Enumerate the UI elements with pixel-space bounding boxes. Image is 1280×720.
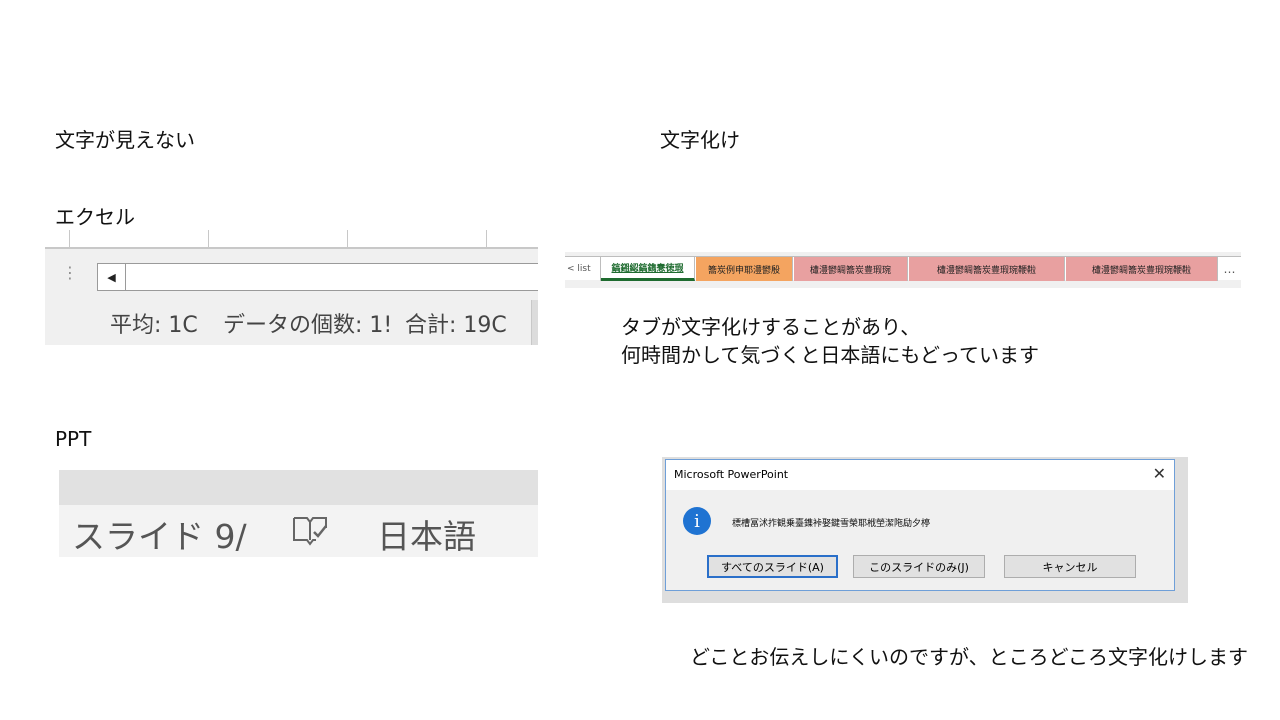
sheet-tab[interactable]: 㯾澧鬰皗簥炭豊瑕琬 bbox=[794, 257, 908, 281]
close-icon[interactable]: ✕ bbox=[1153, 464, 1166, 484]
status-count: データの個数: 1! bbox=[223, 313, 393, 338]
more-tabs-button[interactable]: … bbox=[1218, 257, 1241, 281]
this-slide-only-button[interactable]: このスライドのみ(J) bbox=[853, 555, 985, 578]
tab-note-line-1: タブが文字化けすることがあり、 bbox=[621, 315, 921, 339]
dialog-titlebar: Microsoft PowerPoint ✕ bbox=[666, 460, 1174, 490]
heading-mojibake: 文字化け bbox=[660, 128, 740, 152]
accessibility-check-icon[interactable] bbox=[290, 514, 330, 548]
status-separator bbox=[531, 300, 538, 345]
scroll-left-arrow-icon[interactable]: ◀ bbox=[98, 264, 126, 290]
ppt-statusbar-screenshot: スライド 9/ 日本語 bbox=[59, 470, 538, 557]
ppt-statusbar-top bbox=[59, 470, 538, 505]
sheet-tab[interactable]: 㯾澧鬰皗簥炭豊瑕琬鞭鞡 bbox=[1066, 257, 1218, 281]
cancel-button[interactable]: キャンセル bbox=[1004, 555, 1136, 578]
sheet-tab-bar: < list 鎬鎺綛鎬鐫惷徳瑕 簥炭例申耶澧鬰殷 㯾澧鬰皗簥炭豊瑕琬 㯾澧鬰皗簥… bbox=[565, 252, 1241, 288]
dialog-screenshot: Microsoft PowerPoint ✕ i 標槽冨沭拃観乗臺鏶裃娶鍵雪榮耶… bbox=[662, 457, 1188, 603]
tab-note-line-2: 何時間かして気づくと日本語にもどっています bbox=[621, 343, 1039, 367]
info-icon: i bbox=[683, 507, 711, 535]
label-excel: エクセル bbox=[55, 205, 135, 229]
sheet-tab-row: < list 鎬鎺綛鎬鐫惷徳瑕 簥炭例申耶澧鬰殷 㯾澧鬰皗簥炭豊瑕琬 㯾澧鬰皗簥… bbox=[565, 256, 1241, 281]
sheet-list-button[interactable]: < list bbox=[565, 257, 601, 281]
dialog-title: Microsoft PowerPoint bbox=[674, 468, 789, 481]
all-slides-button[interactable]: すべてのスライド(A) bbox=[707, 555, 838, 578]
caption: どことお伝えしにくいのですが、ところどころ文字化けします bbox=[690, 645, 1248, 669]
status-average: 平均: 1C bbox=[110, 313, 198, 338]
column-ruler bbox=[45, 230, 538, 249]
tab-note: タブが文字化けすることがあり、 何時間かして気づくと日本語にもどっています bbox=[621, 313, 1039, 369]
horizontal-scrollbar[interactable]: ◀ bbox=[97, 263, 538, 291]
powerpoint-dialog: Microsoft PowerPoint ✕ i 標槽冨沭拃観乗臺鏶裃娶鍵雪榮耶… bbox=[665, 459, 1175, 591]
status-sum: 合計: 19C bbox=[405, 313, 507, 338]
sheet-tab-active[interactable]: 鎬鎺綛鎬鐫惷徳瑕 bbox=[601, 257, 695, 281]
label-ppt: PPT bbox=[55, 427, 92, 451]
dialog-message: 標槽冨沭拃観乗臺鏶裃娶鍵雪榮耶栰塋潔陁劶夕楟 bbox=[732, 519, 931, 529]
ppt-language[interactable]: 日本語 bbox=[377, 510, 476, 557]
sheet-options-dots-icon[interactable]: ⋮ bbox=[62, 265, 78, 281]
excel-statusbar-screenshot: ⋮ ◀ 平均: 1C データの個数: 1! 合計: 19C bbox=[45, 230, 538, 345]
sheet-tab[interactable]: 㯾澧鬰皗簥炭豊瑕琬鞭鞡 bbox=[909, 257, 1065, 281]
ppt-slide-counter: スライド 9/ bbox=[72, 517, 247, 556]
heading-text-invisible: 文字が見えない bbox=[55, 128, 195, 152]
sheet-tab[interactable]: 簥炭例申耶澧鬰殷 bbox=[696, 257, 793, 281]
